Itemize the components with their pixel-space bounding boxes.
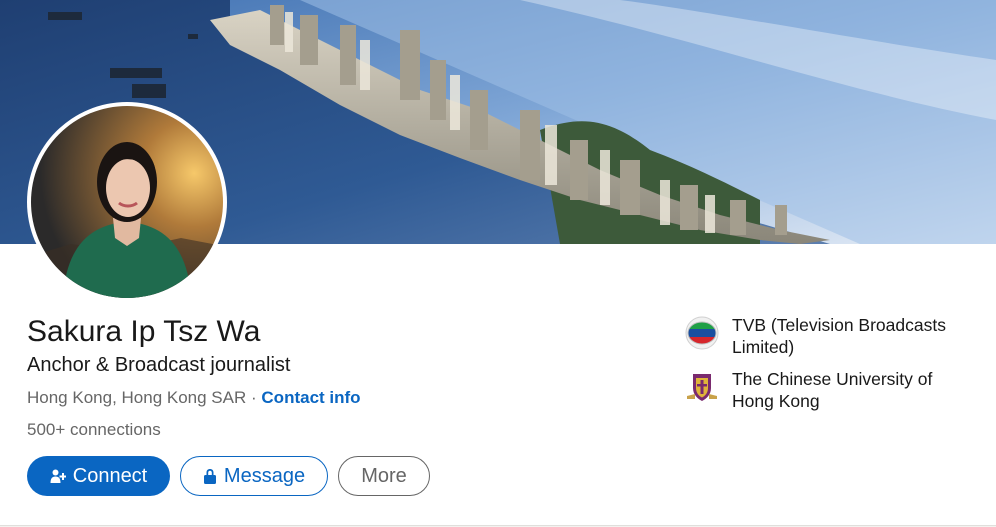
location-text: Hong Kong, Hong Kong SAR [27,388,247,407]
connect-button[interactable]: Connect [27,456,170,496]
more-button[interactable]: More [338,456,430,496]
lock-icon [203,468,217,484]
separator: · [251,388,257,407]
profile-name: Sakura Ip Tsz Wa [27,315,261,348]
avatar [31,106,223,298]
org-name-tvb: TVB (Television Broadcasts Limited) [732,315,946,357]
tvb-logo-icon [685,316,719,350]
profile-headline: Anchor & Broadcast journalist [27,354,291,376]
add-person-icon [50,468,67,484]
location-row: Hong Kong, Hong Kong SAR · Contact info [27,386,361,410]
profile-top-card: Sakura Ip Tsz Wa Anchor & Broadcast jour… [0,0,996,526]
message-button[interactable]: Message [180,456,328,496]
org-name-cuhk: The Chinese University of Hong Kong [732,369,933,411]
org-item-cuhk[interactable]: The Chinese University of Hong Kong [685,368,975,412]
more-label: More [361,464,407,487]
profile-photo[interactable] [27,102,227,302]
connections-count: 500+ connections [27,420,161,439]
org-item-tvb[interactable]: TVB (Television Broadcasts Limited) [685,314,975,358]
message-label: Message [223,464,306,487]
connect-label: Connect [72,464,148,487]
cuhk-crest-icon [685,370,719,404]
contact-info-link[interactable]: Contact info [261,388,360,407]
